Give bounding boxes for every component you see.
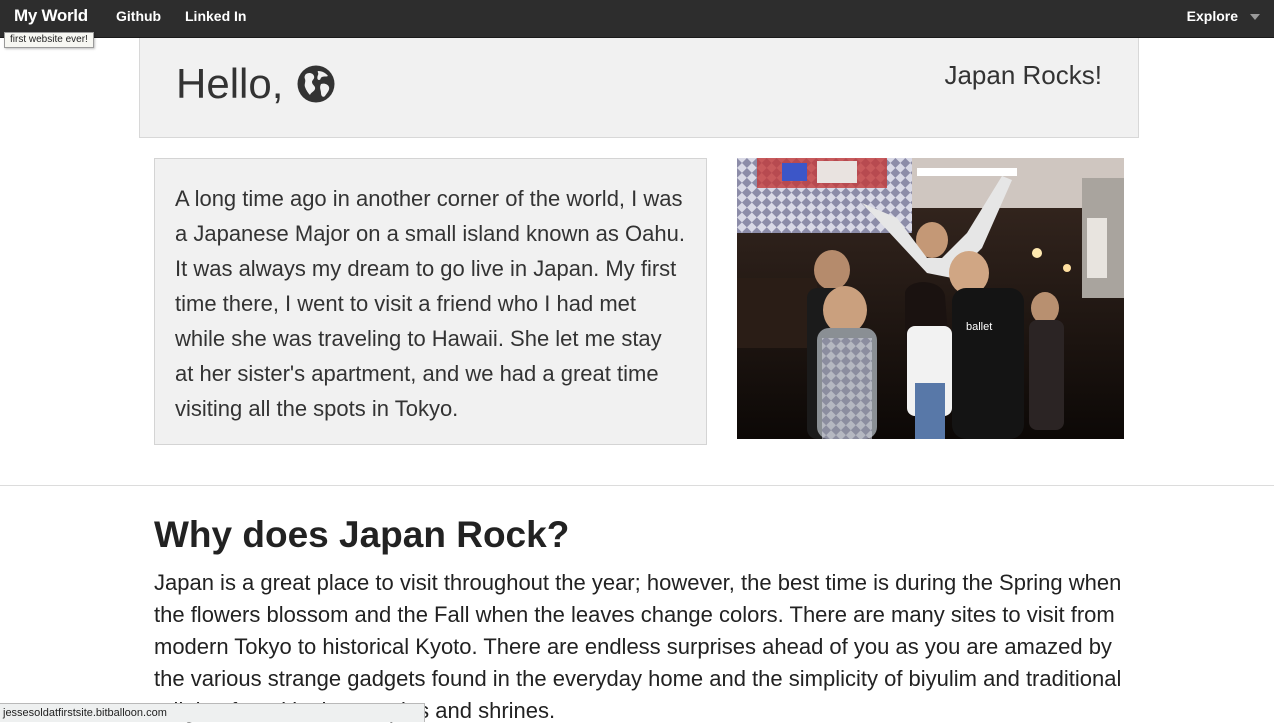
globe-icon [297, 65, 335, 103]
why-heading: Why does Japan Rock? [154, 514, 570, 555]
brand-link[interactable]: My World [14, 6, 88, 26]
tagline: Japan Rocks! [944, 60, 1102, 90]
brand-tooltip: first website ever! [4, 32, 94, 48]
top-navbar: My World Github Linked In Explore [0, 0, 1274, 38]
nav-link-linkedin[interactable]: Linked In [185, 8, 246, 24]
explore-dropdown[interactable]: Explore [1187, 8, 1260, 24]
photo-illustration: ballet [737, 158, 1124, 439]
status-bar-url: jessesoldatfirstsite.bitballoon.com [0, 703, 425, 722]
hello-heading: Hello, [176, 60, 335, 108]
story-text: A long time ago in another corner of the… [175, 186, 685, 421]
explore-label: Explore [1186, 8, 1238, 24]
section-divider [0, 485, 1274, 486]
tokyo-group-photo: ballet [737, 158, 1124, 439]
caret-down-icon [1250, 14, 1260, 20]
shirt-text: ballet [966, 321, 992, 333]
nav-link-github[interactable]: Github [116, 8, 161, 24]
jumbotron: Hello, Japan Rocks! [139, 38, 1139, 138]
story-panel: A long time ago in another corner of the… [154, 158, 707, 445]
hello-text: Hello, [176, 60, 284, 107]
